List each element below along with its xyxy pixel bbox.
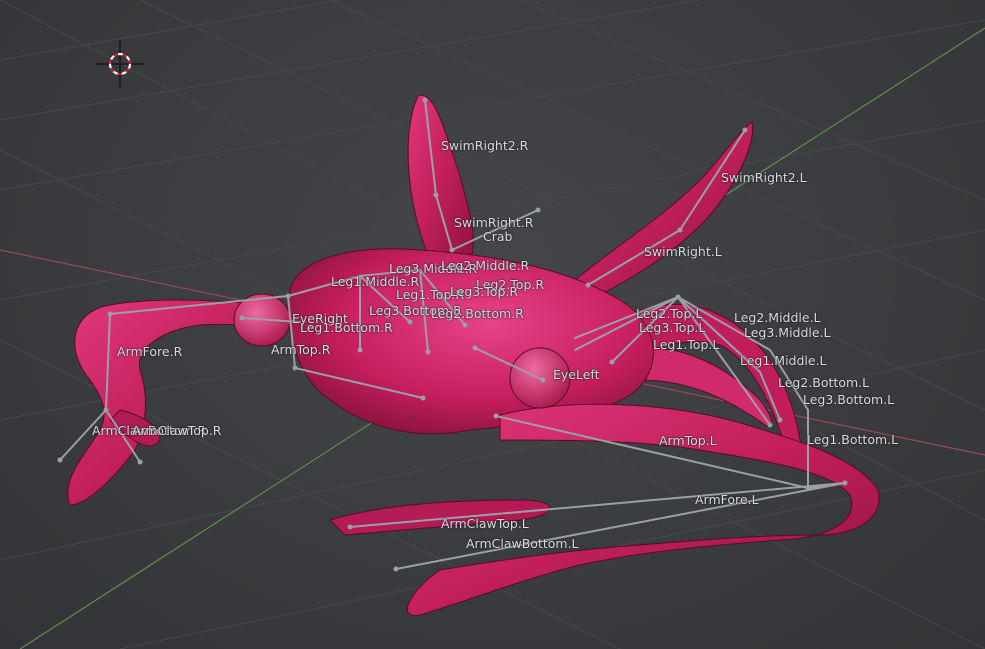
bone-label-leg2-middle-l: Leg2.Middle.L bbox=[734, 310, 821, 325]
bone-label-armtop-r: ArmTop.R bbox=[271, 342, 331, 357]
bone-label-leg2-middle-r: Leg2.Middle.R bbox=[441, 258, 530, 273]
bone-label-leg1-bottom-r: Leg1.Bottom.R bbox=[300, 320, 393, 335]
bone-label-armfore-l: ArmFore.L bbox=[695, 492, 759, 507]
bone-label-armclawtop-l: ArmClawTop.L bbox=[441, 516, 529, 531]
3d-cursor-icon[interactable] bbox=[96, 40, 144, 88]
bone-label-leg3-bottom-l: Leg3.Bottom.L bbox=[803, 392, 895, 407]
bone-label-armtop-l: ArmTop.L bbox=[659, 433, 717, 448]
bone-label-swimright-l: SwimRight.L bbox=[644, 244, 722, 259]
bone-label-swimright-r: SwimRight.R bbox=[454, 215, 534, 230]
bone-label-leg1-bottom-l: Leg1.Bottom.L bbox=[807, 432, 899, 447]
bone-label-leg2-bottom-l: Leg2.Bottom.L bbox=[778, 375, 870, 390]
bone-label-leg2-top-l: Leg2.Top.L bbox=[636, 306, 703, 321]
bone-label-eyeleft: EyeLeft bbox=[553, 367, 600, 382]
bone-label-leg1-top-l: Leg1.Top.L bbox=[653, 337, 720, 352]
bone-label-leg3-top-l: Leg3.Top.L bbox=[639, 320, 706, 335]
bone-label-armclawbottom-l: ArmClawBottom.L bbox=[466, 536, 579, 551]
bone-label-leg2-bottom-r: Leg2.Bottom.R bbox=[431, 306, 524, 321]
bone-label-leg1-middle-l: Leg1.Middle.L bbox=[740, 353, 827, 368]
3d-viewport[interactable]: SwimRight2.R SwimRight2.L SwimRight.R Cr… bbox=[0, 0, 985, 649]
bone-label-swimright2-l: SwimRight2.L bbox=[721, 170, 807, 185]
bone-label-armclawtop-r: ArmClawTop.R bbox=[132, 423, 222, 438]
bone-label-swimright2-r: SwimRight2.R bbox=[441, 138, 529, 153]
bone-label-crab: Crab bbox=[483, 229, 513, 244]
bone-label-leg3-top-r: Leg3.Top.R bbox=[450, 284, 519, 299]
scene-canvas[interactable] bbox=[0, 0, 985, 649]
bone-label-leg3-middle-l: Leg3.Middle.L bbox=[744, 325, 831, 340]
bone-label-armfore-r: ArmFore.R bbox=[117, 344, 183, 359]
